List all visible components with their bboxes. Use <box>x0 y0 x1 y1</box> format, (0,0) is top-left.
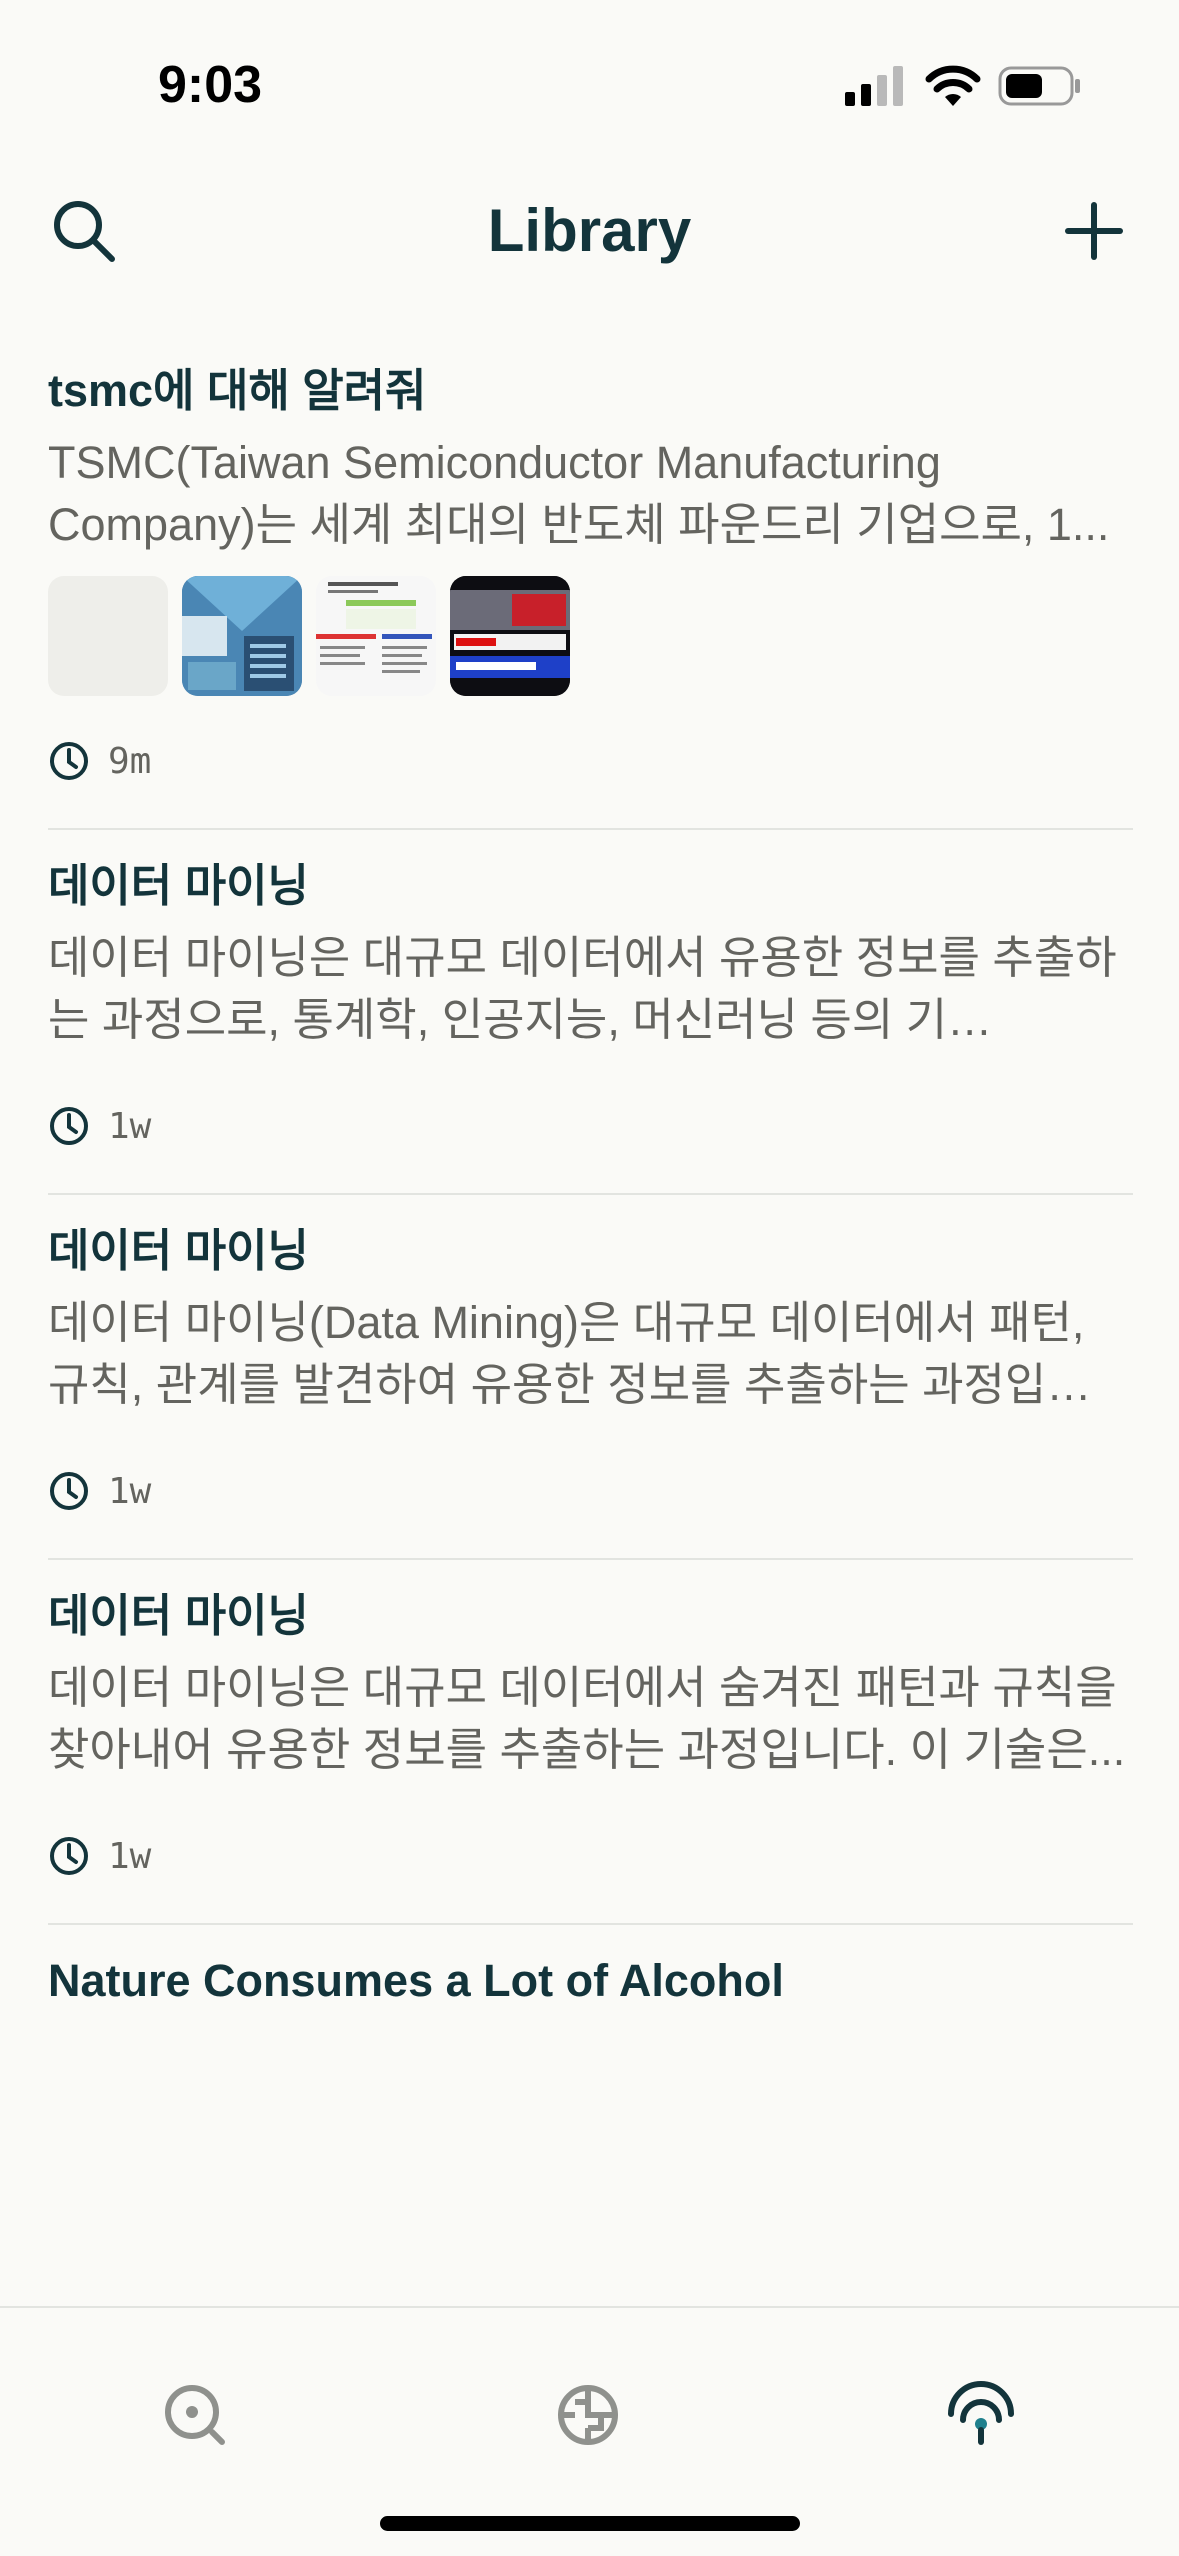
thread-title: 데이터 마이닝 <box>48 860 309 911</box>
thread-title: 데이터 마이닝 <box>48 1590 309 1641</box>
thread-item[interactable]: 데이터 마이닝 데이터 마이닝은 대규모 데이터에서 유용한 정보를 추출하는 … <box>48 830 1133 1195</box>
status-time: 9:03 <box>158 56 263 114</box>
spaces-icon[interactable] <box>553 2380 623 2450</box>
thumbnail-document-table[interactable] <box>316 576 436 696</box>
page-title: Library <box>487 197 692 264</box>
thumbnail-blank[interactable] <box>48 576 168 696</box>
thread-list: tsmc에 대해 알려줘 TSMC(Taiwan Semiconductor M… <box>48 335 1133 2012</box>
thread-title: Nature Consumes a Lot of Alcohol <box>48 1955 784 2006</box>
thread-time: 1w <box>108 1470 152 1512</box>
thread-snippet: TSMC(Taiwan Semiconductor Manufacturing … <box>48 437 1110 550</box>
thread-snippet: 데이터 마이닝은 대규모 데이터에서 숨겨진 패턴과 규칙을 찾아내어 유용한 … <box>48 1662 1126 1775</box>
clock-icon <box>50 1107 88 1145</box>
thread-meta: 1w <box>48 1456 1133 1526</box>
thread-snippet: 데이터 마이닝(Data Mining)은 대규모 데이터에서 패턴, 규칙, … <box>48 1297 1092 1410</box>
thumbnail-intel-chart[interactable] <box>182 576 302 696</box>
clock-icon <box>50 1837 88 1875</box>
thread-time: 1w <box>108 1105 152 1147</box>
clock-icon <box>50 1472 88 1510</box>
wifi-icon <box>925 65 981 106</box>
thread-item[interactable]: tsmc에 대해 알려줘 TSMC(Taiwan Semiconductor M… <box>48 335 1133 830</box>
thread-meta: 1w <box>48 1821 1133 1891</box>
discover-icon[interactable] <box>160 2380 230 2450</box>
header: Library <box>0 175 1179 335</box>
thread-snippet: 데이터 마이닝은 대규모 데이터에서 유용한 정보를 추출하는 과정으로, 통계… <box>48 932 1117 1045</box>
thread-time: 1w <box>108 1835 152 1877</box>
thread-title: 데이터 마이닝 <box>48 1225 309 1276</box>
chart-graphic <box>182 576 302 696</box>
battery-icon <box>998 66 1080 106</box>
thread-meta: 1w <box>48 1091 1133 1161</box>
thread-title: tsmc에 대해 알려줘 <box>48 365 427 416</box>
thread-time: 9m <box>108 740 152 782</box>
status-bar: 9:03 <box>0 0 1179 175</box>
thread-item[interactable]: 데이터 마이닝 데이터 마이닝(Data Mining)은 대규모 데이터에서 … <box>48 1195 1133 1560</box>
thumbnail-news-video[interactable] <box>450 576 570 696</box>
clock-icon <box>50 742 88 780</box>
document-graphic <box>316 576 436 696</box>
thread-item[interactable]: 데이터 마이닝 데이터 마이닝은 대규모 데이터에서 숨겨진 패턴과 규칙을 찾… <box>48 1560 1133 1925</box>
library-icon[interactable] <box>946 2380 1016 2450</box>
cellular-signal-icon <box>845 66 903 106</box>
home-indicator <box>380 2516 800 2531</box>
thread-item[interactable]: Nature Consumes a Lot of Alcohol <box>48 1925 1133 2012</box>
thread-meta: 9m <box>48 726 1133 796</box>
news-graphic <box>450 576 570 696</box>
add-icon[interactable] <box>1058 195 1130 267</box>
thread-thumbnails <box>48 576 1133 696</box>
